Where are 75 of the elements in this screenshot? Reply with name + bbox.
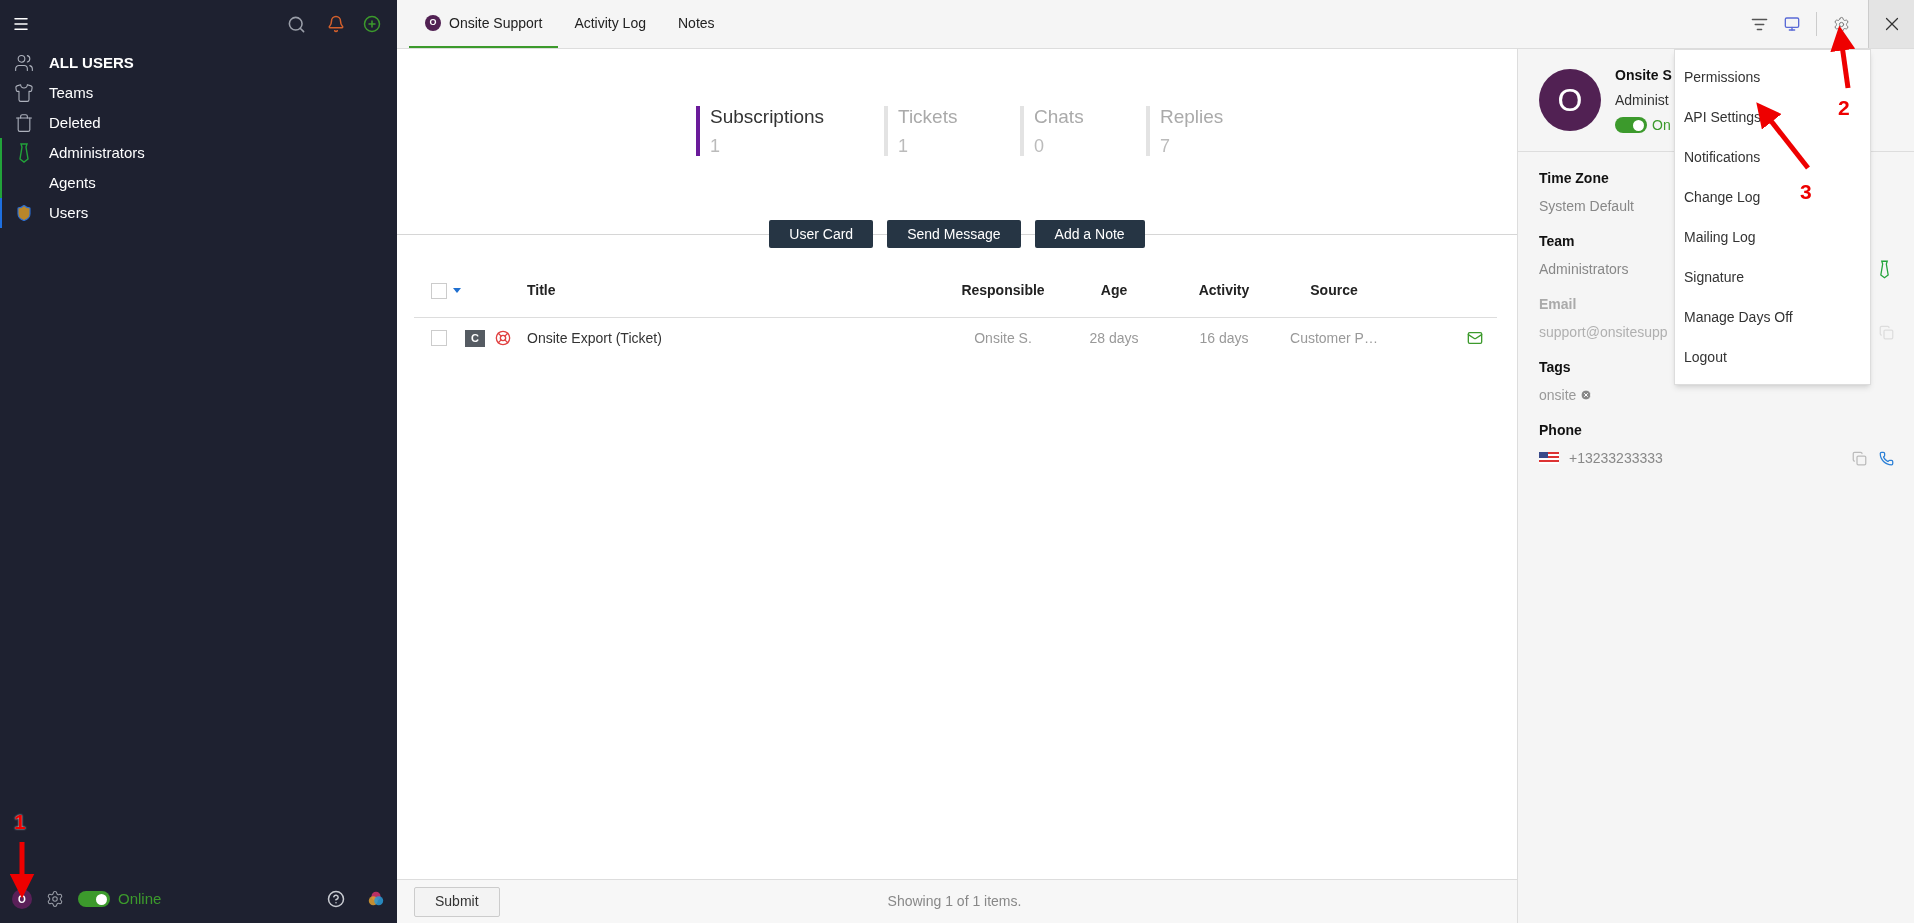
tab-avatar: O — [425, 15, 441, 31]
menu-item[interactable]: Signature — [1675, 257, 1753, 297]
step-number: 3 — [1800, 179, 1812, 205]
remove-icon[interactable] — [1580, 389, 1593, 401]
field-value: Administrators — [1539, 259, 1629, 279]
lifebuoy-icon — [495, 330, 511, 346]
sidebar-item[interactable]: ALL USERS — [0, 48, 397, 78]
profile-avatar: O — [1539, 69, 1601, 131]
tab[interactable]: Notes — [662, 0, 731, 48]
table-cell-text: 28 days — [1089, 328, 1139, 348]
annotation-arrow — [1830, 25, 1856, 89]
caret-icon[interactable] — [453, 288, 461, 293]
trash-icon — [14, 113, 34, 133]
sidebar-item[interactable]: Teams — [0, 78, 397, 108]
type-badge: C — [465, 329, 485, 347]
field-label: Email — [1539, 295, 1577, 314]
tie-icon — [1879, 259, 1890, 279]
table-cell-text: Onsite S. — [974, 328, 1032, 348]
menu-item[interactable]: Notifications — [1675, 137, 1770, 177]
action-button[interactable]: Add a Note — [1034, 220, 1145, 248]
sidebar-item[interactable]: Deleted — [0, 108, 397, 138]
add-icon[interactable] — [363, 15, 381, 33]
bell-icon[interactable] — [327, 15, 345, 33]
menu-item[interactable]: Permissions — [1675, 57, 1770, 97]
stat-tab[interactable]: Subscriptions 1 — [696, 106, 884, 156]
status-label: Online — [118, 888, 162, 909]
field-label: Phone — [1539, 421, 1582, 440]
column-header[interactable]: Activity — [1198, 280, 1250, 301]
menu-icon[interactable] — [12, 15, 30, 33]
field-label: Team — [1539, 232, 1575, 251]
settings-icon[interactable] — [1833, 15, 1850, 33]
table-cell[interactable]: Onsite Export (Ticket) — [527, 327, 947, 349]
help-icon[interactable] — [327, 890, 345, 908]
menu-item[interactable]: Mailing Log — [1675, 217, 1765, 257]
status-toggle[interactable] — [1615, 117, 1647, 133]
monitor-icon[interactable] — [1784, 16, 1800, 32]
column-header[interactable]: Source — [1310, 280, 1358, 301]
field-value: +13233233333 — [1569, 448, 1663, 468]
field-label: Tags — [1539, 358, 1571, 377]
submit-button[interactable]: Submit — [414, 886, 500, 917]
tie-icon — [17, 143, 31, 163]
menu-item[interactable]: Change Log — [1675, 177, 1770, 217]
status-label: On — [1652, 115, 1671, 135]
step-number: 1 — [14, 809, 26, 835]
menu-item[interactable]: Manage Days Off — [1675, 297, 1802, 337]
action-button[interactable]: Send Message — [887, 220, 1021, 248]
select-all-checkbox[interactable] — [431, 282, 447, 299]
field-value: support@onsitesupp — [1539, 322, 1668, 342]
step-number: 2 — [1838, 95, 1850, 121]
profile-role: Administ — [1615, 90, 1670, 110]
field-label: Time Zone — [1539, 169, 1609, 188]
menu-item[interactable]: API Settings — [1675, 97, 1771, 137]
shield-icon — [15, 204, 33, 222]
logo-icon[interactable] — [367, 890, 385, 908]
users-icon — [14, 53, 34, 73]
tab[interactable]: Activity Log — [558, 0, 662, 48]
search-icon[interactable] — [287, 14, 306, 34]
close-button[interactable] — [1868, 0, 1914, 48]
status-toggle[interactable] — [78, 891, 110, 907]
table-cell-text: Customer P… — [1290, 328, 1378, 348]
settings-icon[interactable] — [46, 890, 64, 908]
menu-item[interactable]: Logout — [1675, 337, 1736, 377]
field-value: System Default — [1539, 196, 1634, 216]
profile-name: Onsite S — [1615, 65, 1672, 85]
mail-icon — [1467, 330, 1483, 346]
flag-icon — [1539, 452, 1559, 464]
table-cell-text: 16 days — [1199, 328, 1249, 348]
row-checkbox[interactable] — [431, 330, 447, 346]
column-header[interactable]: Responsible — [961, 280, 1045, 301]
column-header[interactable]: Title — [527, 280, 947, 301]
column-header[interactable]: Age — [1100, 280, 1128, 301]
items-summary: Showing 1 of 1 items. — [887, 892, 1022, 911]
shirt-icon — [14, 83, 34, 103]
action-button[interactable]: User Card — [769, 220, 874, 248]
phone-icon[interactable] — [1879, 450, 1894, 466]
